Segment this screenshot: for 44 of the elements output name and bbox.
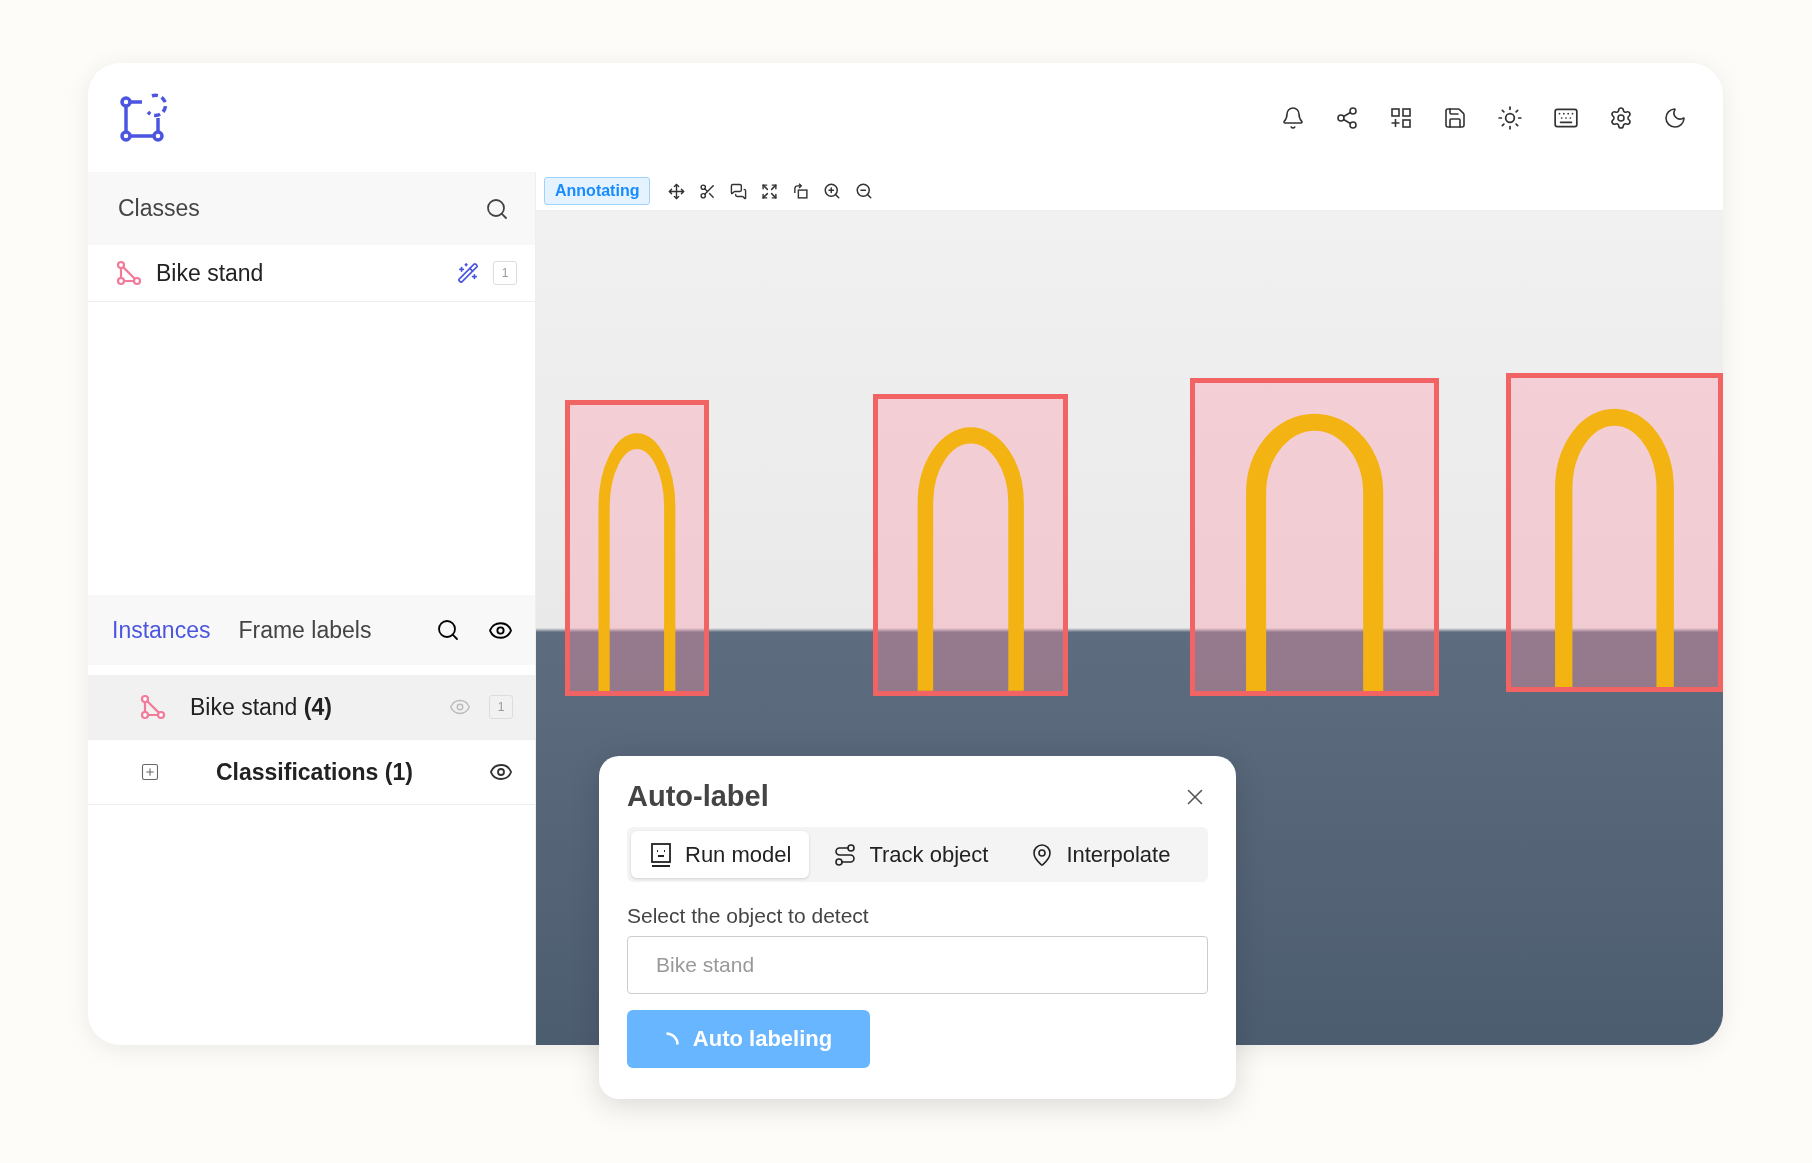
polygon-icon <box>116 260 142 286</box>
comments-icon[interactable] <box>730 182 748 200</box>
instance-row[interactable]: Classifications (1) <box>88 740 535 805</box>
route-icon <box>833 842 858 867</box>
bounding-box[interactable] <box>1506 373 1723 692</box>
expand-icon[interactable] <box>140 762 160 782</box>
instance-label: Classifications (1) <box>215 758 414 786</box>
grid-plus-icon[interactable] <box>1389 105 1413 130</box>
mode-tab[interactable]: Run model <box>631 831 810 878</box>
notifications-icon[interactable] <box>1281 105 1305 130</box>
instance-label: Bike stand (4) <box>189 693 333 721</box>
rotate-icon[interactable] <box>792 182 810 200</box>
panel-tab[interactable]: Instances <box>112 616 211 644</box>
bounding-box[interactable] <box>1190 378 1439 696</box>
zoom-in-icon[interactable] <box>823 182 842 200</box>
dialog-title: Auto-label <box>627 780 769 813</box>
class-row[interactable]: Bike stand 1 <box>88 245 535 302</box>
save-icon[interactable] <box>1443 105 1467 130</box>
panel-tab[interactable]: Frame labels <box>238 616 372 644</box>
instance-count: 1 <box>489 695 513 719</box>
class-count: 1 <box>493 261 517 285</box>
search-icon[interactable] <box>436 618 460 642</box>
polygon-icon <box>140 694 166 720</box>
instance-row[interactable]: Bike stand (4) 1 <box>88 675 535 740</box>
settings-icon[interactable] <box>1609 105 1633 130</box>
expand-icon[interactable] <box>761 182 779 200</box>
search-icon[interactable] <box>485 196 509 221</box>
mode-tab[interactable]: Interpolate <box>1012 831 1189 878</box>
moon-icon[interactable] <box>1663 105 1687 130</box>
zoom-out-icon[interactable] <box>855 182 874 200</box>
field-label: Select the object to detect <box>627 904 870 928</box>
object-input[interactable]: Bike stand <box>627 936 1208 994</box>
monitor-face-icon <box>649 841 673 868</box>
mode-badge: Annotating <box>544 177 651 205</box>
mode-tab[interactable]: Track object <box>815 831 1007 878</box>
classes-title: Classes <box>118 195 200 222</box>
bounding-box[interactable] <box>873 394 1068 696</box>
scissors-icon[interactable] <box>699 182 717 200</box>
class-name: Bike stand <box>156 259 265 287</box>
sun-icon[interactable] <box>1497 104 1523 131</box>
bounding-box[interactable] <box>565 400 709 696</box>
magic-wand-icon[interactable] <box>457 262 479 284</box>
share-icon[interactable] <box>1335 105 1359 130</box>
move-icon[interactable] <box>668 182 686 200</box>
